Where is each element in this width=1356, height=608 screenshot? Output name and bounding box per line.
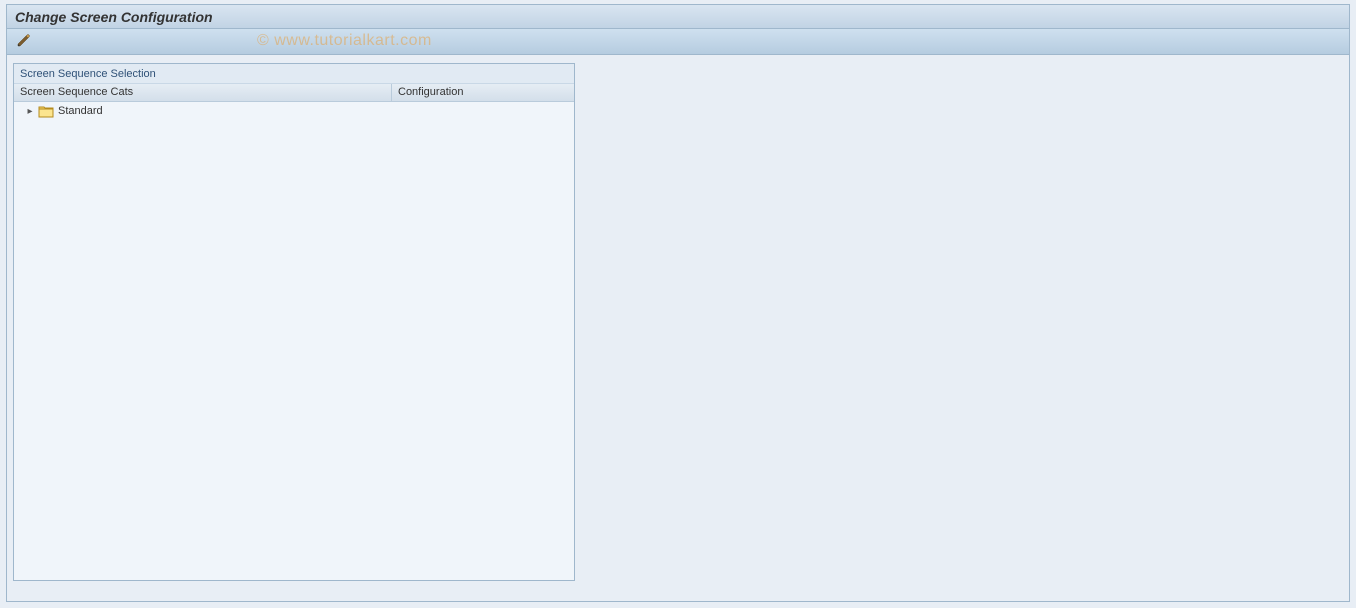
tree-node-label: Standard [58, 105, 103, 117]
folder-icon [38, 104, 54, 118]
column-header-config[interactable]: Configuration [392, 84, 574, 101]
toolbar: © www.tutorialkart.com [7, 29, 1349, 55]
content-area: Screen Sequence Selection Screen Sequenc… [7, 57, 1349, 601]
watermark-text: © www.tutorialkart.com [257, 32, 432, 50]
tree-body: ▸ Standard [14, 102, 574, 580]
tree-header: Screen Sequence Cats Configuration [14, 84, 574, 102]
edit-button[interactable] [13, 32, 35, 52]
panel-title: Screen Sequence Selection [14, 64, 574, 84]
tree-node-standard[interactable]: ▸ Standard [14, 102, 574, 120]
pencil-icon [16, 32, 32, 51]
expand-arrow-icon[interactable]: ▸ [24, 106, 36, 117]
app-window: Change Screen Configuration © www.tutori… [6, 4, 1350, 602]
column-header-cats[interactable]: Screen Sequence Cats [14, 84, 392, 101]
page-title: Change Screen Configuration [15, 9, 213, 25]
screen-sequence-panel: Screen Sequence Selection Screen Sequenc… [13, 63, 575, 581]
title-bar: Change Screen Configuration [7, 5, 1349, 29]
